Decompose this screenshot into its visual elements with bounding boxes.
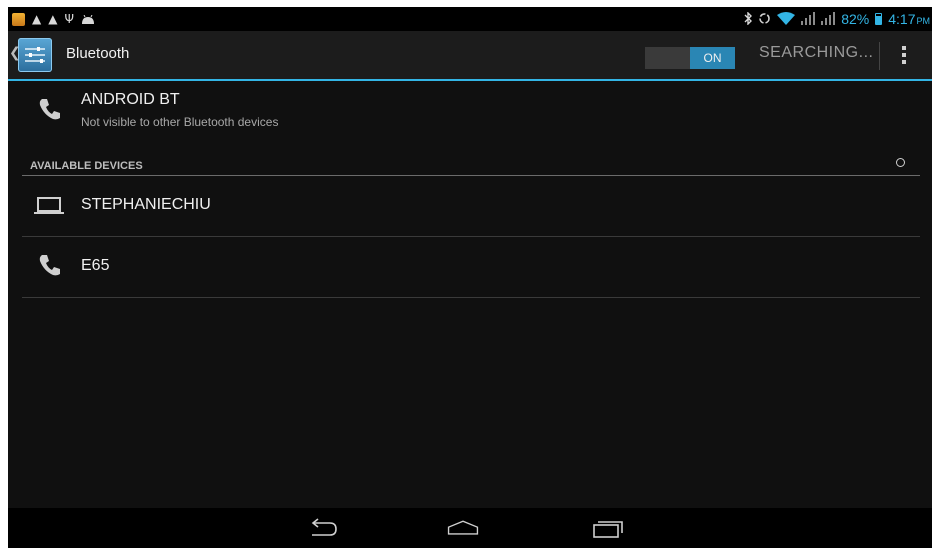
- app-notification-icon: [12, 12, 25, 26]
- available-devices-header: AVAILABLE DEVICES: [30, 160, 143, 172]
- android-screen: ▲ ▲ Ψ 82% 4:17 PM ❮ Bluetooth ON SEARCHI…: [8, 7, 932, 548]
- status-bar: ▲ ▲ Ψ 82% 4:17 PM: [8, 7, 932, 31]
- system-icons: 82% 4:17 PM: [744, 10, 930, 28]
- signal-icon: [821, 10, 836, 29]
- phone-icon: [39, 99, 60, 120]
- wifi-icon: [777, 10, 796, 29]
- sync-icon: [758, 10, 771, 29]
- warning-icon: ▲: [48, 12, 58, 26]
- warning-icon: ▲: [32, 12, 42, 26]
- battery-percent: 82%: [841, 11, 870, 27]
- recent-apps-icon[interactable]: [590, 518, 624, 538]
- action-bar: ❮ Bluetooth ON SEARCHING...: [8, 31, 932, 81]
- device-list-item[interactable]: E65: [22, 237, 920, 298]
- clock-time: 4:17: [888, 11, 916, 27]
- clock: 4:17 PM: [888, 10, 930, 28]
- notification-icons: ▲ ▲ Ψ: [12, 10, 95, 28]
- back-icon[interactable]: [306, 518, 340, 538]
- bluetooth-settings-list: ANDROID BT Not visible to other Bluetoot…: [8, 81, 932, 508]
- bluetooth-toggle[interactable]: ON: [645, 47, 735, 69]
- battery-level-fill: [876, 15, 882, 24]
- usb-icon: Ψ: [64, 12, 74, 26]
- device-name: STEPHANIECHIU: [81, 196, 211, 213]
- phone-icon: [39, 255, 60, 276]
- this-device-name: ANDROID BT: [81, 91, 180, 108]
- search-for-devices-button[interactable]: SEARCHING...: [759, 44, 873, 62]
- visibility-status: Not visible to other Bluetooth devices: [81, 115, 279, 129]
- settings-app-icon[interactable]: [18, 38, 52, 72]
- bluetooth-icon: [744, 10, 753, 29]
- action-divider: [879, 42, 880, 70]
- device-list-item[interactable]: STEPHANIECHIU: [22, 176, 920, 237]
- device-name: E65: [81, 257, 110, 274]
- clock-ampm: PM: [916, 16, 931, 26]
- battery-icon: [875, 13, 883, 25]
- available-devices-divider: [22, 153, 920, 176]
- overflow-menu-icon[interactable]: [901, 46, 907, 66]
- loading-spinner-icon: [896, 158, 905, 167]
- this-device-row[interactable]: ANDROID BT Not visible to other Bluetoot…: [22, 81, 920, 141]
- laptop-icon: [34, 197, 64, 214]
- signal-icon: [801, 10, 816, 29]
- navigation-bar: [8, 508, 932, 548]
- page-title: Bluetooth: [66, 45, 130, 62]
- android-debug-icon: [81, 10, 95, 29]
- home-icon[interactable]: [446, 518, 480, 538]
- toggle-on-label: ON: [690, 47, 735, 69]
